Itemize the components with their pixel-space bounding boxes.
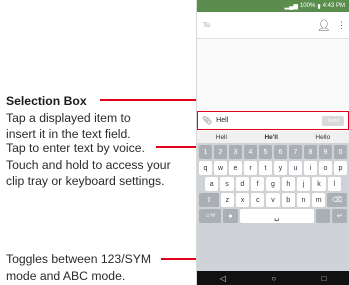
toggle-mode-callout: Toggles between 123/SYM mode and ABC mod… [6,251,151,284]
send-button[interactable]: Send [322,115,344,126]
key[interactable]: c [251,193,265,207]
keyboard: 1 2 3 4 5 6 7 8 9 0 q w e r t y u i o p … [197,143,349,271]
key[interactable]: g [266,177,280,191]
key[interactable]: 9 [319,145,332,159]
key[interactable]: u [289,161,302,175]
compose-text[interactable]: Hell [216,117,322,124]
compose-field[interactable]: 📎︎ Hell Send [197,111,349,130]
suggestion-item[interactable]: Hell [216,134,227,141]
key[interactable]: 8 [304,145,317,159]
key[interactable]: j [296,177,311,191]
suggestion-item[interactable]: Hello [315,134,330,141]
recent-apps-icon[interactable]: □ [321,274,326,283]
recipient-input[interactable]: To [203,22,317,29]
letter-row-3: ⇧ z x c v b n m ⌫ [197,193,349,207]
key[interactable]: 5 [259,145,272,159]
number-row: 1 2 3 4 5 6 7 8 9 0 [197,145,349,159]
key[interactable]: x [236,193,250,207]
key[interactable]: n [296,193,311,207]
backspace-key[interactable]: ⌫ [327,193,348,207]
voice-line-1: Tap to enter text by voice. [6,141,145,155]
key[interactable]: y [274,161,287,175]
selection-box-leader [100,99,196,101]
key[interactable]: q [199,161,212,175]
person-icon[interactable]: 👤︎ [317,19,331,32]
key[interactable]: b [281,193,295,207]
key[interactable]: a [205,177,219,191]
key[interactable]: s [220,177,234,191]
enter-key[interactable]: ↵ [332,209,347,223]
bottom-row: ☺!# ● ␣ ↵ [197,209,349,223]
sym-toggle-key[interactable]: ☺!# [199,209,222,223]
key[interactable]: d [235,177,249,191]
key[interactable]: f [250,177,265,191]
key[interactable]: 1 [199,145,212,159]
key[interactable]: l [327,177,341,191]
toggle-line-1: Toggles between 123/SYM [6,252,151,266]
letter-row-2: a s d f g h j k l [197,177,349,191]
battery-icon: ▮ [317,3,321,10]
selection-box-line-1: Tap a displayed item to [6,110,131,125]
voice-line-2: Touch and hold to access your [6,157,171,172]
clock: 4:43 PM [322,3,345,9]
key[interactable]: e [229,161,242,175]
paperclip-icon[interactable]: 📎︎ [202,116,212,125]
selection-box-title: Selection Box [6,94,87,108]
key[interactable]: h [281,177,295,191]
key[interactable]: w [214,161,227,175]
signal-icon: ▂▄▆ [284,3,298,10]
space-key[interactable]: ␣ [239,209,314,223]
letter-row-1: q w e r t y u i o p [197,161,349,175]
key[interactable]: 6 [274,145,287,159]
status-bar: ▂▄▆ 100% ▮ 4:43 PM [197,0,349,12]
recipient-bar: To 👤︎ ⋮ [197,12,349,39]
home-icon[interactable]: ○ [271,274,276,283]
key[interactable]: 3 [229,145,242,159]
key[interactable]: z [220,193,234,207]
more-vert-icon[interactable]: ⋮ [337,20,346,31]
key[interactable]: r [244,161,257,175]
voice-line-3: clip tray or keyboard settings. [6,174,165,188]
key[interactable]: i [304,161,317,175]
key[interactable]: 4 [244,145,257,159]
voice-input-callout: Tap to enter text by voice. Touch and ho… [6,140,171,190]
key[interactable]: m [312,193,326,207]
key[interactable]: 2 [214,145,227,159]
navigation-bar: ◁ ○ □ [197,271,349,285]
phone-screen: ▂▄▆ 100% ▮ 4:43 PM To 👤︎ ⋮ 📎︎ Hell Send … [196,0,349,285]
period-key[interactable] [315,209,331,223]
key[interactable]: v [266,193,280,207]
message-thread-area [197,39,349,111]
key[interactable]: o [319,161,332,175]
key[interactable]: k [312,177,326,191]
key[interactable]: t [259,161,272,175]
key[interactable]: 7 [289,145,302,159]
back-icon[interactable]: ◁ [220,274,226,283]
key[interactable]: p [334,161,347,175]
shift-key[interactable]: ⇧ [199,193,219,207]
key[interactable]: 0 [334,145,347,159]
battery-level: 100% [299,3,316,9]
suggestion-item[interactable]: He'll [264,134,277,141]
toggle-line-2: mode and ABC mode. [6,268,126,283]
suggestion-strip: Hell He'll Hello [197,131,349,143]
mic-key[interactable]: ● [223,209,238,223]
